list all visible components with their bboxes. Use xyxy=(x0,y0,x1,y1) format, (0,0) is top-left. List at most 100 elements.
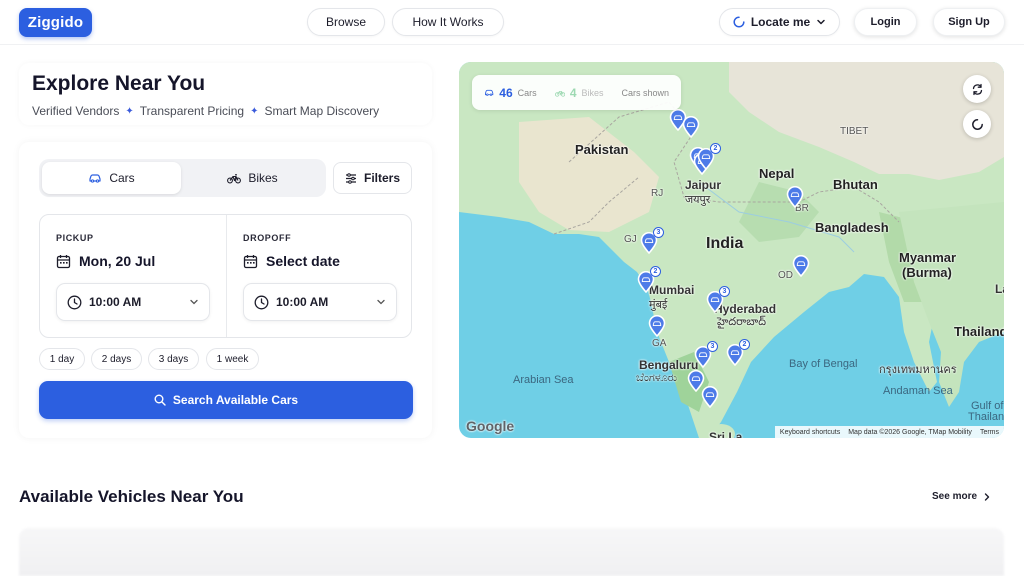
vehicle-pin[interactable] xyxy=(682,115,700,139)
locate-me-label: Locate me xyxy=(750,15,811,29)
car-icon xyxy=(485,89,494,96)
map-label: Jaipur xyxy=(685,178,722,192)
chevron-right-icon xyxy=(984,492,990,501)
map-pin-icon xyxy=(792,254,810,278)
vehicle-list-placeholder xyxy=(19,528,1004,576)
pin-count-badge: 2 xyxy=(650,266,661,277)
sparkle-icon: ✦ xyxy=(250,105,259,117)
pin-count-badge: 2 xyxy=(710,143,721,154)
sliders-icon xyxy=(345,172,356,184)
feature-list: Verified Vendors ✦ Transparent Pricing ✦… xyxy=(32,104,379,118)
chevron-down-icon xyxy=(190,299,198,305)
top-header: Ziggido Browse How It Works Locate me Lo… xyxy=(0,0,1024,44)
search-card: Cars Bikes Filters PICKUP Mon, 20 Jul 10… xyxy=(19,142,432,438)
dropoff-date[interactable]: Select date xyxy=(243,253,340,269)
loading-indicator-button[interactable] xyxy=(963,110,991,138)
duration-chip[interactable]: 2 days xyxy=(91,348,142,370)
vehicle-pin[interactable]: 2 xyxy=(637,266,661,294)
tab-bikes-label: Bikes xyxy=(248,171,278,185)
map-label: Andaman Sea xyxy=(883,385,953,397)
filters-label: Filters xyxy=(363,171,400,185)
loading-spinner-icon xyxy=(971,118,983,130)
loading-spinner-icon xyxy=(733,16,745,28)
feature-item: Transparent Pricing xyxy=(139,104,245,118)
vehicle-type-toggle: Cars Bikes xyxy=(39,159,326,197)
pickup-time-select[interactable]: 10:00 AM xyxy=(56,283,210,321)
nav-browse[interactable]: Browse xyxy=(307,8,385,36)
map-label: (Burma) xyxy=(902,265,952,280)
refresh-map-button[interactable] xyxy=(963,75,991,103)
map-pin-icon xyxy=(682,115,700,139)
pin-count-badge: 3 xyxy=(653,227,664,238)
calendar-icon xyxy=(56,254,71,268)
search-icon xyxy=(154,394,166,406)
vehicle-pin[interactable] xyxy=(786,185,804,209)
vehicle-pin[interactable]: 3 xyxy=(694,341,718,369)
duration-chip[interactable]: 1 day xyxy=(39,348,85,370)
pickup-date-value: Mon, 20 Jul xyxy=(79,253,156,269)
vehicle-pin[interactable] xyxy=(648,314,666,338)
keyboard-shortcuts-link[interactable]: Keyboard shortcuts xyxy=(780,429,840,436)
search-available-cars-button[interactable]: Search Available Cars xyxy=(39,381,413,419)
tab-bikes[interactable]: Bikes xyxy=(183,162,322,194)
vehicle-pin[interactable]: 2 xyxy=(697,143,721,171)
map-label: กรุงเทพมหานคร xyxy=(879,364,957,376)
see-more-link[interactable]: See more xyxy=(932,491,991,502)
dropoff-date-value: Select date xyxy=(266,253,340,269)
pickup-date[interactable]: Mon, 20 Jul xyxy=(56,253,155,269)
chevron-down-icon xyxy=(817,19,825,25)
filters-button[interactable]: Filters xyxy=(333,162,412,194)
hero-card: Explore Near You Verified Vendors ✦ Tran… xyxy=(19,63,432,125)
dates-divider xyxy=(226,215,227,337)
map-label: Bay of Bengal xyxy=(789,358,858,370)
pin-count-badge: 3 xyxy=(719,286,730,297)
login-button[interactable]: Login xyxy=(854,8,917,36)
dropoff-time-select[interactable]: 10:00 AM xyxy=(243,283,397,321)
tab-cars-label: Cars xyxy=(109,171,135,185)
vehicle-pin[interactable]: 3 xyxy=(640,227,664,255)
map-stats-bar: 46 Cars 4 Bikes Cars shown xyxy=(472,75,681,110)
map-label: India xyxy=(706,235,744,252)
vehicle-pin[interactable] xyxy=(701,385,719,409)
duration-chip[interactable]: 1 week xyxy=(206,348,259,370)
map-label: Sri La xyxy=(709,430,743,438)
clock-icon xyxy=(67,295,82,309)
map-pin-icon xyxy=(648,314,666,338)
terms-link[interactable]: Terms xyxy=(980,429,999,436)
signup-button[interactable]: Sign Up xyxy=(933,8,1005,36)
tab-cars[interactable]: Cars xyxy=(42,162,181,194)
map-label: Nepal xyxy=(759,166,795,181)
vehicle-pin[interactable] xyxy=(792,254,810,278)
refresh-icon xyxy=(972,83,982,95)
duration-chip[interactable]: 3 days xyxy=(148,348,199,370)
bikes-count-label: Bikes xyxy=(581,87,604,98)
map-label: Myanmar xyxy=(899,250,957,265)
vehicle-pin[interactable]: 2 xyxy=(726,339,750,367)
brand-logo[interactable]: Ziggido xyxy=(19,8,92,37)
pin-count-badge: 2 xyxy=(739,339,750,350)
map-label: मुंबई xyxy=(649,299,668,311)
see-more-label: See more xyxy=(932,491,978,502)
nav-how-it-works[interactable]: How It Works xyxy=(392,8,504,36)
map-label: Lao xyxy=(995,282,1004,296)
map-label: Bangladesh xyxy=(815,220,889,235)
dropoff-time-value: 10:00 AM xyxy=(276,295,329,309)
page-title: Explore Near You xyxy=(32,72,206,95)
header-divider xyxy=(0,44,1024,45)
map-label: Arabian Sea xyxy=(513,374,574,386)
clock-icon xyxy=(254,295,269,309)
map-label: OD xyxy=(778,270,793,281)
locate-me-button[interactable]: Locate me xyxy=(719,8,840,36)
cars-count-label: Cars xyxy=(517,87,537,98)
pickup-time-value: 10:00 AM xyxy=(89,295,142,309)
pickup-label: PICKUP xyxy=(56,233,94,243)
map-pin-icon xyxy=(786,185,804,209)
date-time-panel: PICKUP Mon, 20 Jul 10:00 AM DROPOFF Sele… xyxy=(39,214,412,338)
vehicle-map[interactable]: Pakistan TIBET Nepal Bhutan RJ Jaipur जय… xyxy=(459,62,1004,438)
map-label: Bhutan xyxy=(833,177,878,192)
map-label: जयपुर xyxy=(685,194,711,206)
vehicle-pin[interactable]: 3 xyxy=(706,286,730,314)
bike-icon xyxy=(554,90,565,97)
map-attribution: Keyboard shortcuts Map data ©2026 Google… xyxy=(774,426,1004,438)
section-title: Available Vehicles Near You xyxy=(19,487,244,506)
